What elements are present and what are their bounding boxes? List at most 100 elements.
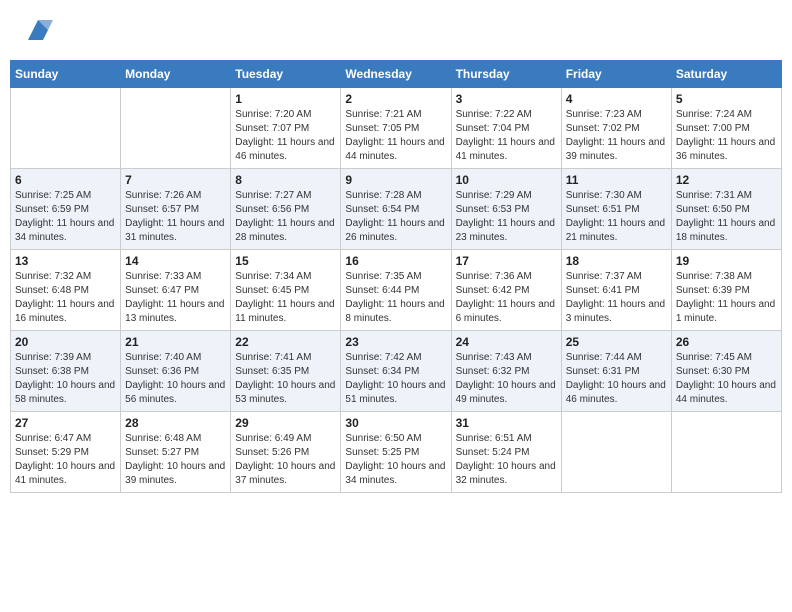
calendar-cell: 1 Sunrise: 7:20 AM Sunset: 7:07 PM Daylig… xyxy=(231,88,341,169)
day-info: Sunrise: 7:42 AM Sunset: 6:34 PM Dayligh… xyxy=(345,351,446,407)
calendar-cell: 5 Sunrise: 7:24 AM Sunset: 7:00 PM Daylig… xyxy=(671,88,781,169)
calendar-cell: 28 Sunrise: 6:48 AM Sunset: 5:27 PM Dayli… xyxy=(121,412,231,493)
logo xyxy=(20,15,53,45)
day-number: 13 xyxy=(15,254,116,268)
day-info: Sunrise: 7:28 AM Sunset: 6:54 PM Dayligh… xyxy=(345,189,446,245)
day-info: Sunrise: 7:36 AM Sunset: 6:42 PM Dayligh… xyxy=(456,270,557,326)
calendar-cell: 24 Sunrise: 7:43 AM Sunset: 6:32 PM Dayli… xyxy=(451,331,561,412)
logo-icon xyxy=(23,15,53,45)
day-info: Sunrise: 7:43 AM Sunset: 6:32 PM Dayligh… xyxy=(456,351,557,407)
calendar-cell: 20 Sunrise: 7:39 AM Sunset: 6:38 PM Dayli… xyxy=(11,331,121,412)
day-number: 27 xyxy=(15,416,116,430)
calendar-cell: 29 Sunrise: 6:49 AM Sunset: 5:26 PM Dayli… xyxy=(231,412,341,493)
day-number: 20 xyxy=(15,335,116,349)
day-info: Sunrise: 7:37 AM Sunset: 6:41 PM Dayligh… xyxy=(566,270,667,326)
day-info: Sunrise: 7:21 AM Sunset: 7:05 PM Dayligh… xyxy=(345,108,446,164)
day-number: 22 xyxy=(235,335,336,349)
day-info: Sunrise: 7:22 AM Sunset: 7:04 PM Dayligh… xyxy=(456,108,557,164)
day-info: Sunrise: 7:25 AM Sunset: 6:59 PM Dayligh… xyxy=(15,189,116,245)
calendar-cell: 31 Sunrise: 6:51 AM Sunset: 5:24 PM Dayli… xyxy=(451,412,561,493)
calendar-week-row: 20 Sunrise: 7:39 AM Sunset: 6:38 PM Dayli… xyxy=(11,331,782,412)
day-number: 4 xyxy=(566,92,667,106)
calendar-cell xyxy=(671,412,781,493)
calendar-cell: 3 Sunrise: 7:22 AM Sunset: 7:04 PM Daylig… xyxy=(451,88,561,169)
day-info: Sunrise: 7:24 AM Sunset: 7:00 PM Dayligh… xyxy=(676,108,777,164)
day-info: Sunrise: 7:41 AM Sunset: 6:35 PM Dayligh… xyxy=(235,351,336,407)
day-info: Sunrise: 6:47 AM Sunset: 5:29 PM Dayligh… xyxy=(15,432,116,488)
day-info: Sunrise: 7:34 AM Sunset: 6:45 PM Dayligh… xyxy=(235,270,336,326)
column-header-sunday: Sunday xyxy=(11,61,121,88)
day-info: Sunrise: 7:39 AM Sunset: 6:38 PM Dayligh… xyxy=(15,351,116,407)
calendar-cell: 16 Sunrise: 7:35 AM Sunset: 6:44 PM Dayli… xyxy=(341,250,451,331)
day-number: 11 xyxy=(566,173,667,187)
day-number: 2 xyxy=(345,92,446,106)
column-header-wednesday: Wednesday xyxy=(341,61,451,88)
day-info: Sunrise: 6:48 AM Sunset: 5:27 PM Dayligh… xyxy=(125,432,226,488)
calendar-cell: 17 Sunrise: 7:36 AM Sunset: 6:42 PM Dayli… xyxy=(451,250,561,331)
day-number: 3 xyxy=(456,92,557,106)
day-info: Sunrise: 7:23 AM Sunset: 7:02 PM Dayligh… xyxy=(566,108,667,164)
calendar-cell: 7 Sunrise: 7:26 AM Sunset: 6:57 PM Daylig… xyxy=(121,169,231,250)
day-number: 16 xyxy=(345,254,446,268)
day-number: 8 xyxy=(235,173,336,187)
column-header-thursday: Thursday xyxy=(451,61,561,88)
day-number: 21 xyxy=(125,335,226,349)
day-info: Sunrise: 7:38 AM Sunset: 6:39 PM Dayligh… xyxy=(676,270,777,326)
calendar-cell: 22 Sunrise: 7:41 AM Sunset: 6:35 PM Dayli… xyxy=(231,331,341,412)
day-number: 24 xyxy=(456,335,557,349)
day-info: Sunrise: 6:50 AM Sunset: 5:25 PM Dayligh… xyxy=(345,432,446,488)
day-info: Sunrise: 7:45 AM Sunset: 6:30 PM Dayligh… xyxy=(676,351,777,407)
day-number: 23 xyxy=(345,335,446,349)
day-info: Sunrise: 6:49 AM Sunset: 5:26 PM Dayligh… xyxy=(235,432,336,488)
column-header-saturday: Saturday xyxy=(671,61,781,88)
calendar-week-row: 1 Sunrise: 7:20 AM Sunset: 7:07 PM Daylig… xyxy=(11,88,782,169)
day-number: 29 xyxy=(235,416,336,430)
calendar-cell: 23 Sunrise: 7:42 AM Sunset: 6:34 PM Dayli… xyxy=(341,331,451,412)
calendar-cell xyxy=(11,88,121,169)
day-number: 17 xyxy=(456,254,557,268)
calendar-cell: 18 Sunrise: 7:37 AM Sunset: 6:41 PM Dayli… xyxy=(561,250,671,331)
header xyxy=(10,10,782,50)
calendar-cell: 2 Sunrise: 7:21 AM Sunset: 7:05 PM Daylig… xyxy=(341,88,451,169)
day-info: Sunrise: 7:44 AM Sunset: 6:31 PM Dayligh… xyxy=(566,351,667,407)
day-number: 30 xyxy=(345,416,446,430)
calendar-cell: 11Sunrise: 7:30 AM Sunset: 6:51 PM Dayli… xyxy=(561,169,671,250)
calendar-week-row: 13 Sunrise: 7:32 AM Sunset: 6:48 PM Dayli… xyxy=(11,250,782,331)
calendar-cell: 6 Sunrise: 7:25 AM Sunset: 6:59 PM Daylig… xyxy=(11,169,121,250)
day-number: 26 xyxy=(676,335,777,349)
calendar-cell: 9 Sunrise: 7:28 AM Sunset: 6:54 PM Daylig… xyxy=(341,169,451,250)
day-number: 1 xyxy=(235,92,336,106)
day-number: 7 xyxy=(125,173,226,187)
day-number: 10 xyxy=(456,173,557,187)
day-info: Sunrise: 7:26 AM Sunset: 6:57 PM Dayligh… xyxy=(125,189,226,245)
day-number: 18 xyxy=(566,254,667,268)
day-number: 5 xyxy=(676,92,777,106)
column-header-friday: Friday xyxy=(561,61,671,88)
day-number: 25 xyxy=(566,335,667,349)
day-number: 19 xyxy=(676,254,777,268)
day-number: 14 xyxy=(125,254,226,268)
calendar-cell: 8Sunrise: 7:27 AM Sunset: 6:56 PM Daylig… xyxy=(231,169,341,250)
day-number: 6 xyxy=(15,173,116,187)
day-number: 31 xyxy=(456,416,557,430)
day-info: Sunrise: 7:35 AM Sunset: 6:44 PM Dayligh… xyxy=(345,270,446,326)
calendar-cell: 30 Sunrise: 6:50 AM Sunset: 5:25 PM Dayli… xyxy=(341,412,451,493)
calendar-cell: 25 Sunrise: 7:44 AM Sunset: 6:31 PM Dayli… xyxy=(561,331,671,412)
calendar-cell: 19 Sunrise: 7:38 AM Sunset: 6:39 PM Dayli… xyxy=(671,250,781,331)
day-number: 12 xyxy=(676,173,777,187)
day-number: 15 xyxy=(235,254,336,268)
calendar-cell: 21 Sunrise: 7:40 AM Sunset: 6:36 PM Dayli… xyxy=(121,331,231,412)
day-info: Sunrise: 6:51 AM Sunset: 5:24 PM Dayligh… xyxy=(456,432,557,488)
calendar-week-row: 27 Sunrise: 6:47 AM Sunset: 5:29 PM Dayli… xyxy=(11,412,782,493)
day-number: 9 xyxy=(345,173,446,187)
calendar-cell: 15 Sunrise: 7:34 AM Sunset: 6:45 PM Dayli… xyxy=(231,250,341,331)
calendar-cell: 12 Sunrise: 7:31 AM Sunset: 6:50 PM Dayli… xyxy=(671,169,781,250)
day-info: Sunrise: 7:32 AM Sunset: 6:48 PM Dayligh… xyxy=(15,270,116,326)
calendar-cell: 4 Sunrise: 7:23 AM Sunset: 7:02 PM Daylig… xyxy=(561,88,671,169)
day-info: Sunrise: 7:40 AM Sunset: 6:36 PM Dayligh… xyxy=(125,351,226,407)
column-header-tuesday: Tuesday xyxy=(231,61,341,88)
day-number: 28 xyxy=(125,416,226,430)
day-info: Sunrise: 7:31 AM Sunset: 6:50 PM Dayligh… xyxy=(676,189,777,245)
day-info: Sunrise: 7:20 AM Sunset: 7:07 PM Dayligh… xyxy=(235,108,336,164)
calendar-cell: 14Sunrise: 7:33 AM Sunset: 6:47 PM Dayli… xyxy=(121,250,231,331)
